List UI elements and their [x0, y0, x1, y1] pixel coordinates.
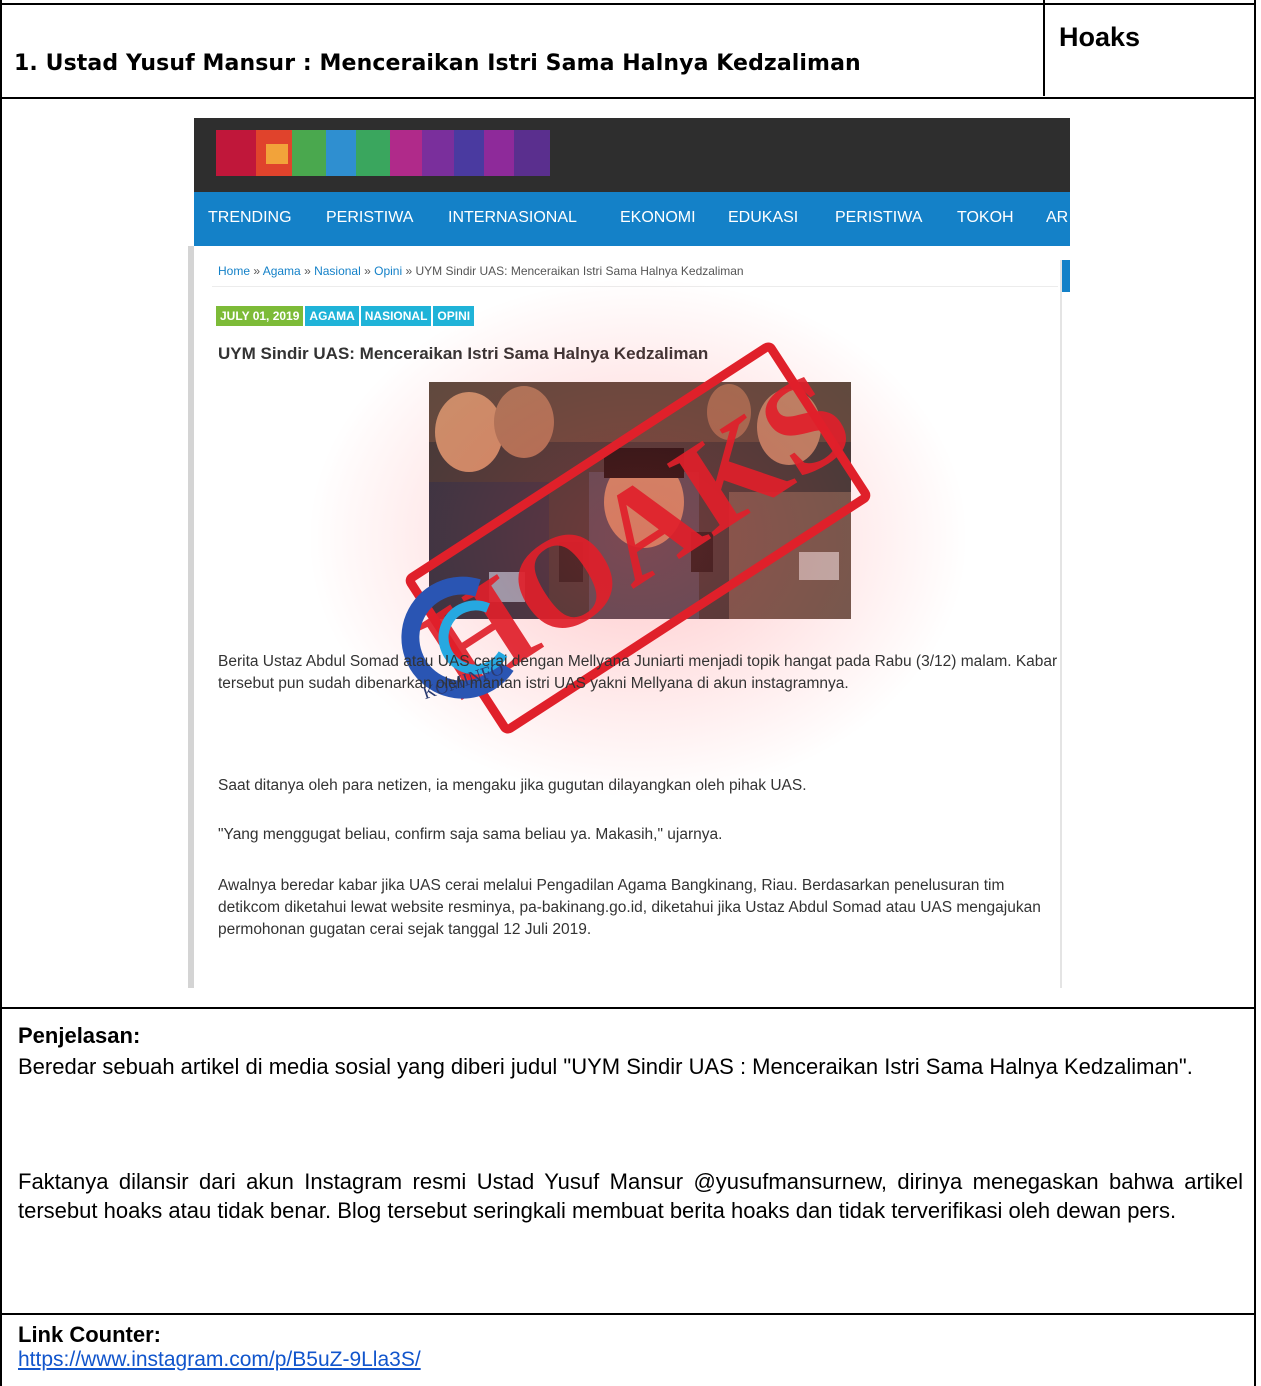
- table-border-right: [1254, 0, 1256, 1386]
- article-paragraph-3: "Yang menggugat beliau, confirm saja sam…: [218, 826, 723, 843]
- hoax-title: 1. Ustad Yusuf Mansur : Menceraikan Istr…: [14, 51, 861, 76]
- explanation-paragraph-2: Faktanya dilansir dari akun Instagram re…: [18, 1169, 1243, 1223]
- article-paragraph-1: Berita Ustaz Abdul Somad atau UAS cerai …: [218, 653, 1058, 692]
- table-border-top: [0, 3, 1256, 5]
- counter-label: Link Counter:: [18, 1322, 161, 1347]
- explanation-label: Penjelasan:: [18, 1023, 141, 1048]
- article-paragraph-4: Awalnya beredar kabar jika UAS cerai mel…: [218, 877, 1041, 938]
- table-border-verdict: [1043, 0, 1045, 96]
- article-paragraph-2: Saat ditanya oleh para netizen, ia menga…: [218, 777, 807, 794]
- table-border-row1: [0, 97, 1256, 99]
- table-border-row3: [0, 1313, 1256, 1315]
- explanation-paragraph-1: Beredar sebuah artikel di media sosial y…: [18, 1054, 1193, 1079]
- article-screenshot: TRENDING PERISTIWA INTERNASIONAL EKONOMI…: [188, 118, 1070, 988]
- table-border-left: [0, 0, 2, 1386]
- table-border-row2: [0, 1007, 1256, 1009]
- document-table: 1. Ustad Yusuf Mansur : Menceraikan Istr…: [0, 0, 1261, 1386]
- counter-link[interactable]: https://www.instagram.com/p/B5uZ-9Lla3S/: [18, 1348, 421, 1372]
- hoaks-stamp-overlay: HOAKS KOMINFO: [308, 278, 968, 798]
- verdict-label: Hoaks: [1059, 22, 1141, 52]
